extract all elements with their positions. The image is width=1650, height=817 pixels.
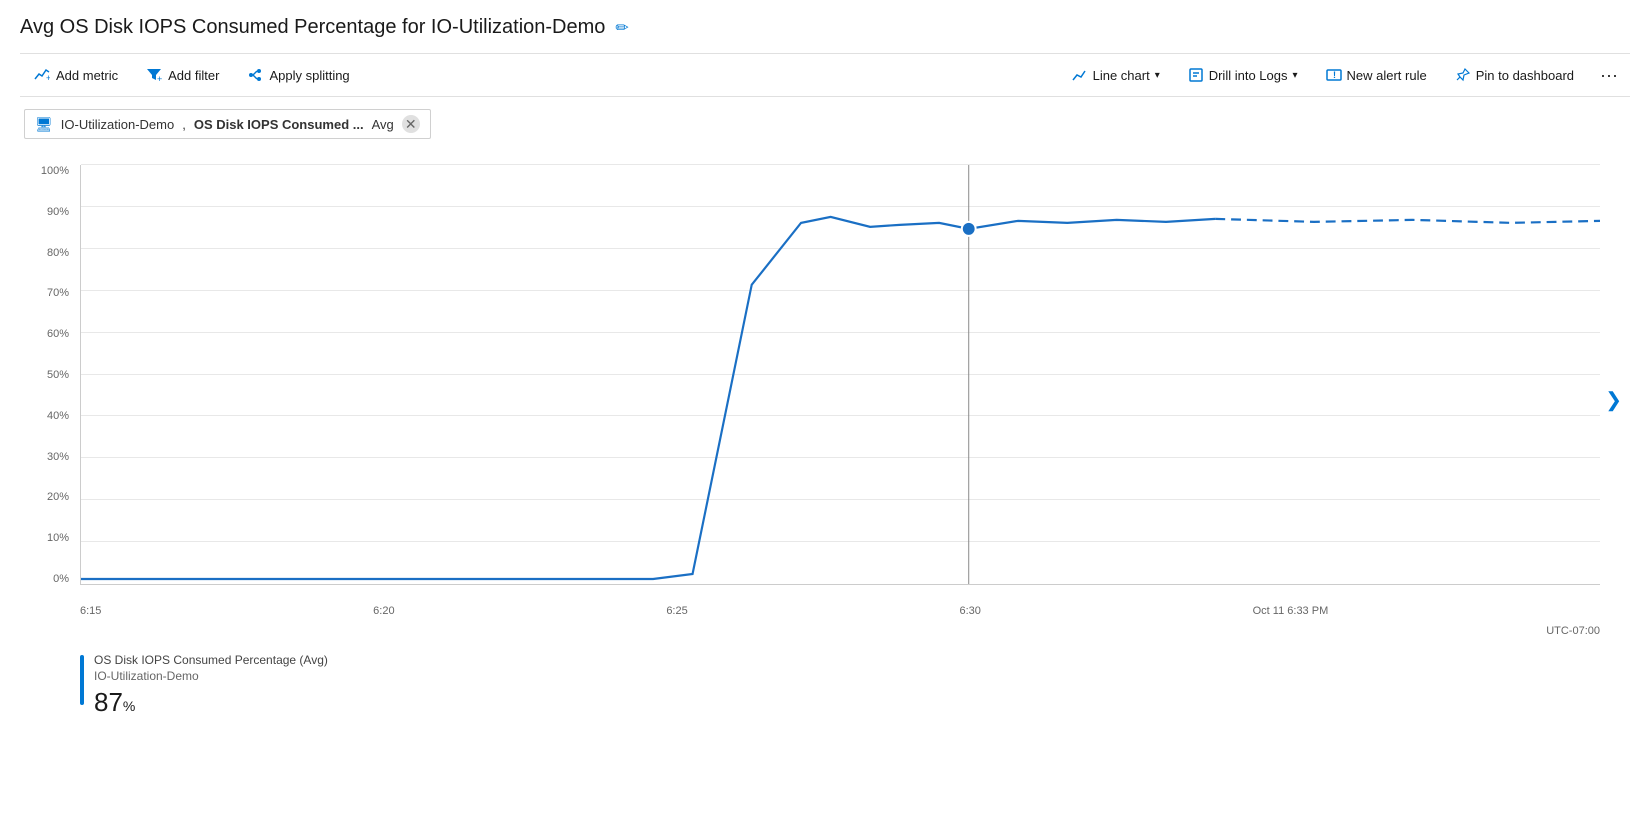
chart-plot [80,165,1600,585]
svg-text:!: ! [1333,70,1336,80]
legend-value: 87% [94,687,328,718]
add-metric-button[interactable]: + Add metric [20,53,132,97]
pin-to-dashboard-button[interactable]: Pin to dashboard [1441,53,1588,97]
drill-logs-icon [1188,67,1204,83]
pin-icon [1455,67,1471,83]
line-chart-button[interactable]: Line chart ▾ [1058,53,1174,97]
y-label-10pct: 10% [20,532,75,544]
legend-title: OS Disk IOPS Consumed Percentage (Avg) [94,653,328,667]
y-label-50pct: 50% [20,369,75,381]
line-chart-chevron: ▾ [1155,70,1160,81]
new-alert-rule-button[interactable]: ! New alert rule [1312,53,1441,97]
x-label-630: 6:30 [959,605,980,617]
metric-tag-close[interactable]: ✕ [402,115,420,133]
y-label-70pct: 70% [20,287,75,299]
timezone-label: UTC-07:00 [1546,625,1600,637]
metric-tag-agg: Avg [372,117,394,132]
add-filter-button[interactable]: + Add filter [132,53,233,97]
apply-splitting-button[interactable]: Apply splitting [233,53,363,97]
page-title: Avg OS Disk IOPS Consumed Percentage for… [20,16,605,39]
y-label-100pct: 100% [20,165,75,177]
y-label-0pct: 0% [20,573,75,585]
y-label-20pct: 20% [20,491,75,503]
x-label-615: 6:15 [80,605,101,617]
chart-line-dashed [1215,219,1600,223]
vm-icon: 🖥 [35,116,53,133]
alert-icon: ! [1326,67,1342,83]
toolbar: + Add metric + Add filter Apply splittin… [20,53,1630,97]
y-label-40pct: 40% [20,410,75,422]
chart-area: 0% 10% 20% 30% 40% 50% 60% 70% 80% 90% 1… [20,155,1630,645]
metric-tag-vm: IO-Utilization-Demo [61,117,174,132]
toolbar-right: Line chart ▾ Drill into Logs ▾ ! New ale… [1058,53,1630,97]
title-row: Avg OS Disk IOPS Consumed Percentage for… [20,16,1630,39]
x-axis: 6:15 6:20 6:25 6:30 Oct 11 6:33 PM [80,605,1600,617]
y-label-90pct: 90% [20,206,75,218]
chart-scroll-right[interactable]: ❯ [1605,388,1622,413]
page: Avg OS Disk IOPS Consumed Percentage for… [0,0,1650,817]
x-label-tooltip-time: Oct 11 6:33 PM [1253,605,1329,617]
filter-icon: + [146,67,162,83]
line-chart-icon [1072,67,1088,83]
chart-line-solid [81,217,1215,579]
legend-subtitle: IO-Utilization-Demo [94,669,328,683]
legend: OS Disk IOPS Consumed Percentage (Avg) I… [20,653,1630,718]
legend-color-bar [80,655,84,705]
metric-tag-name: OS Disk IOPS Consumed ... [194,117,364,132]
add-metric-icon: + [34,67,50,83]
legend-text: OS Disk IOPS Consumed Percentage (Avg) I… [94,653,328,718]
chart-svg [81,165,1600,584]
legend-item: OS Disk IOPS Consumed Percentage (Avg) I… [80,653,1630,718]
edit-title-icon[interactable]: ✏ [615,18,628,38]
metric-tag: 🖥 IO-Utilization-Demo, OS Disk IOPS Cons… [24,109,431,139]
data-point [962,222,976,236]
y-label-30pct: 30% [20,451,75,463]
y-label-80pct: 80% [20,247,75,259]
y-label-60pct: 60% [20,328,75,340]
drill-into-logs-button[interactable]: Drill into Logs ▾ [1174,53,1312,97]
drill-logs-chevron: ▾ [1292,70,1297,81]
more-options-button[interactable]: ··· [1588,53,1630,97]
splitting-icon [247,67,263,83]
x-label-625: 6:25 [666,605,687,617]
x-label-620: 6:20 [373,605,394,617]
svg-text:+: + [157,74,162,83]
y-axis: 0% 10% 20% 30% 40% 50% 60% 70% 80% 90% 1… [20,165,75,585]
svg-text:+: + [46,73,50,83]
